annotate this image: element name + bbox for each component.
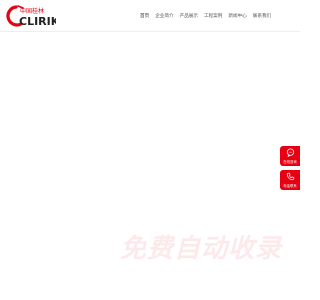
site-logo[interactable]: 中国桂林 CLIRIK: [6, 4, 56, 28]
nav-item-home[interactable]: 首页: [140, 13, 149, 19]
chat-bubble-icon: [286, 148, 294, 158]
phone-icon: [286, 172, 294, 181]
nav-item-products[interactable]: 产品展示: [180, 13, 198, 19]
nav-item-cases[interactable]: 工程案例: [204, 13, 222, 19]
main-nav: 首页 企业简介 产品展示 工程案例 新闻中心 联系我们: [140, 11, 277, 21]
phone-contact-label: 电话联系: [283, 183, 297, 188]
site-header: 中国桂林 CLIRIK 首页 企业简介 产品展示 工程案例 新闻中心 联系我们: [0, 0, 300, 32]
nav-item-contact[interactable]: 联系我们: [253, 13, 271, 19]
watermark: 免费自动收录: [120, 232, 300, 266]
online-consult-label: 在线咨询: [283, 159, 297, 164]
watermark-text: 免费自动收录: [120, 234, 283, 264]
nav-item-news[interactable]: 新闻中心: [228, 13, 246, 19]
logo-en-text: CLIRIK: [19, 15, 56, 28]
nav-item-about[interactable]: 企业简介: [155, 13, 173, 19]
clirik-logo-icon: 中国桂林 CLIRIK: [6, 5, 56, 28]
phone-contact-widget[interactable]: 电话联系: [280, 170, 300, 190]
online-consult-widget[interactable]: 在线咨询: [280, 146, 300, 166]
logo-cn-text: 中国桂林: [20, 7, 44, 15]
